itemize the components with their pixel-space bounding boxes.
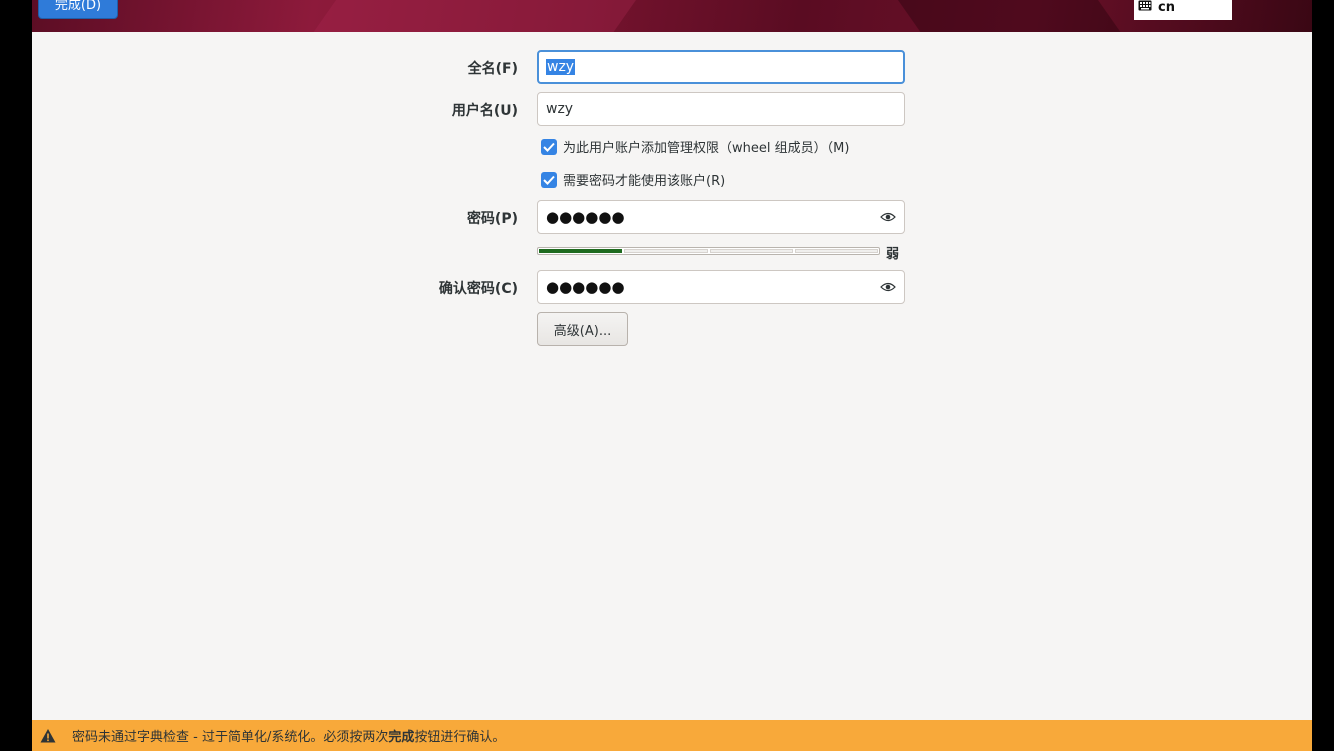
keyboard-icon bbox=[1138, 0, 1152, 15]
warning-icon bbox=[40, 728, 56, 744]
advanced-button[interactable]: 高级(A)... bbox=[537, 312, 628, 346]
done-button[interactable]: 完成(D) bbox=[38, 0, 118, 19]
show-confirm-password-eye-icon[interactable] bbox=[880, 281, 896, 293]
fullname-value: wzy bbox=[546, 59, 576, 75]
username-input[interactable]: wzy bbox=[537, 92, 905, 126]
password-label: 密码(P) bbox=[466, 211, 518, 227]
strength-segment bbox=[624, 249, 708, 253]
confirm-password-input[interactable]: ●●●●●● bbox=[537, 270, 905, 304]
check-icon bbox=[543, 142, 555, 152]
username-label: 用户名(U) bbox=[451, 103, 518, 119]
password-input[interactable]: ●●●●●● bbox=[537, 200, 905, 234]
password-mask: ●●●●●● bbox=[546, 208, 625, 226]
keyboard-layout-indicator[interactable]: cn bbox=[1134, 0, 1232, 20]
fullname-label: 全名(F) bbox=[467, 61, 518, 77]
password-strength-label: 弱 bbox=[886, 247, 900, 262]
username-value: wzy bbox=[546, 101, 574, 117]
password-strength-meter bbox=[537, 247, 880, 255]
user-creation-window: 完成(D) cn 全名(F) wzy 用户名(U) wzy 为此用户账户添加管理… bbox=[32, 0, 1312, 751]
confirm-password-mask: ●●●●●● bbox=[546, 278, 625, 296]
header-decoration bbox=[883, 0, 1141, 32]
require-password-row[interactable]: 需要密码才能使用该账户(R) bbox=[541, 170, 725, 189]
keyboard-layout-label: cn bbox=[1158, 0, 1175, 15]
strength-segment bbox=[709, 249, 793, 253]
warning-text: 密码未通过字典检查 - 过于简单化/系统化。必须按两次完成按钮进行确认。 bbox=[72, 730, 506, 745]
admin-checkbox[interactable] bbox=[541, 138, 557, 155]
warning-bar[interactable]: 密码未通过字典检查 - 过于简单化/系统化。必须按两次完成按钮进行确认。 bbox=[32, 720, 1312, 751]
show-password-eye-icon[interactable] bbox=[880, 211, 896, 223]
check-icon bbox=[543, 175, 555, 185]
require-password-label: 需要密码才能使用该账户(R) bbox=[563, 174, 726, 189]
strength-segment bbox=[794, 249, 878, 253]
require-password-checkbox[interactable] bbox=[541, 171, 557, 188]
strength-segment bbox=[539, 249, 623, 253]
admin-checkbox-label: 为此用户账户添加管理权限（wheel 组成员）（M) bbox=[563, 141, 850, 156]
fullname-input[interactable]: wzy bbox=[537, 50, 905, 84]
confirm-password-label: 确认密码(C) bbox=[438, 281, 518, 297]
header-bar: 完成(D) cn bbox=[32, 0, 1312, 32]
header-decoration bbox=[293, 0, 651, 32]
admin-checkbox-row[interactable]: 为此用户账户添加管理权限（wheel 组成员）（M) bbox=[541, 137, 849, 156]
